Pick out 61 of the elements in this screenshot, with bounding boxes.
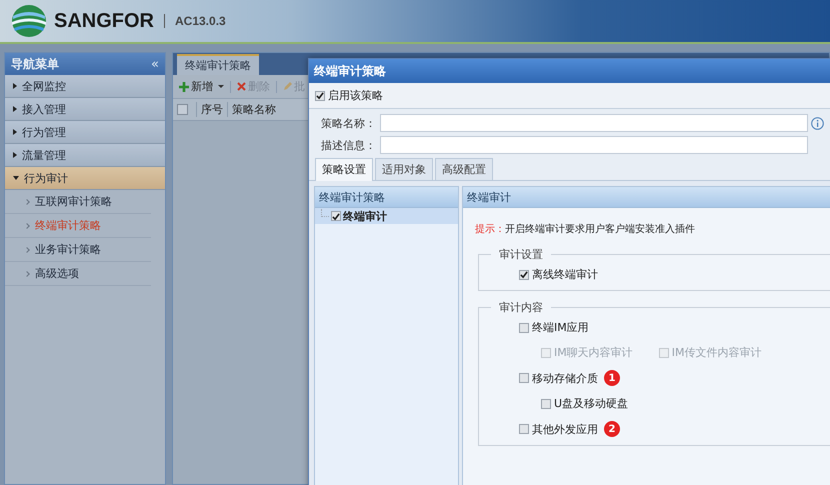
tab[interactable]: 终端审计策略 <box>177 54 259 75</box>
nav-item[interactable]: 互联网审计策略 <box>35 194 112 209</box>
checkbox-label: 移动存储介质 <box>532 370 598 386</box>
chevron-icon <box>24 246 30 252</box>
input-field[interactable] <box>380 114 808 132</box>
checkbox[interactable] <box>541 398 551 408</box>
close-icon <box>237 82 246 91</box>
checkbox[interactable] <box>519 373 529 383</box>
fieldset-legend: 审计内容 <box>491 300 551 315</box>
checkbox[interactable] <box>331 211 341 221</box>
nav-group[interactable]: 接入管理 <box>5 98 165 121</box>
collapse-button[interactable]: « <box>151 56 159 72</box>
nav-group[interactable]: 全网监控 <box>5 75 165 98</box>
dialog-title: 终端审计策略 <box>309 59 830 83</box>
field-label: 策略名称： <box>321 116 377 130</box>
panel-header: 终端审计 <box>463 187 830 208</box>
checkbox[interactable] <box>519 322 529 332</box>
caret-right-icon <box>13 83 17 89</box>
checkbox-label: IM传文件内容审计 <box>672 345 762 360</box>
chevron-icon <box>24 270 30 276</box>
column-header: 策略名称 <box>227 102 280 117</box>
checkbox-label: IM聊天内容审计 <box>554 345 633 360</box>
column-header: 序号 <box>196 102 227 117</box>
checkbox-label: U盘及移动硬盘 <box>554 396 628 411</box>
number-badge: 2 <box>604 421 620 437</box>
panel-header: 终端审计策略 <box>315 187 458 208</box>
tree-item[interactable]: 终端审计 <box>315 208 458 224</box>
nav-item[interactable]: 业务审计策略 <box>35 242 101 257</box>
logo-icon <box>10 4 48 38</box>
caret-right-icon <box>13 152 17 158</box>
caret-right-icon <box>13 129 17 135</box>
field-label: 描述信息： <box>321 138 377 152</box>
nav-group[interactable]: 行为审计 <box>5 167 165 190</box>
checkbox[interactable] <box>519 270 529 280</box>
brand-name: SANGFOR <box>54 10 154 32</box>
fieldset-legend: 审计设置 <box>491 247 551 262</box>
chevron-icon <box>24 198 30 204</box>
tab[interactable]: 高级配置 <box>435 158 493 180</box>
number-badge: 1 <box>604 370 620 386</box>
checkbox-label: 启用该策略 <box>328 88 383 103</box>
checkbox[interactable] <box>519 424 529 434</box>
nav-item[interactable]: 高级选项 <box>35 266 79 281</box>
checkbox-label: 离线终端审计 <box>532 267 598 282</box>
nav-group[interactable]: 流量管理 <box>5 144 165 167</box>
hint-text: 提示：开启终端审计要求用户客户端安装准入插件 <box>474 222 696 237</box>
chevron-icon <box>24 222 30 228</box>
nav-title: 导航菜单 <box>11 56 59 72</box>
checkbox-label: 终端IM应用 <box>532 320 589 335</box>
tab[interactable]: 策略设置 <box>315 158 373 181</box>
version-label: AC13.0.3 <box>175 14 226 28</box>
pencil-icon <box>283 82 292 91</box>
caret-down-icon <box>13 176 19 180</box>
tab[interactable]: 适用对象 <box>375 158 433 180</box>
input-field[interactable] <box>380 136 808 154</box>
caret-right-icon <box>13 106 17 112</box>
select-all-checkbox[interactable] <box>177 104 188 115</box>
checkbox[interactable] <box>315 90 325 100</box>
nav-group[interactable]: 行为管理 <box>5 121 165 144</box>
plus-icon <box>179 82 189 92</box>
add-button[interactable]: 新增 <box>179 79 224 94</box>
checkbox-label: 其他外发应用 <box>532 422 598 436</box>
